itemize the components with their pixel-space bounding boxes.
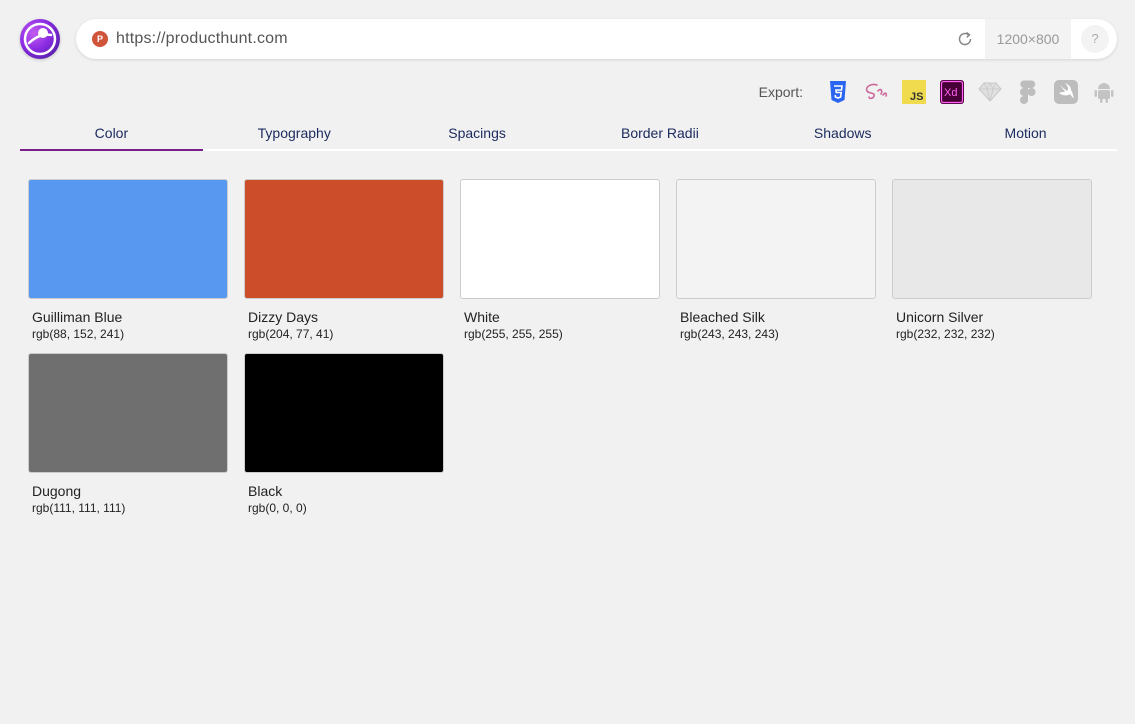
- color-rgb: rgb(243, 243, 243): [680, 327, 779, 341]
- xd-icon[interactable]: Xd: [939, 79, 965, 105]
- svg-text:JS: JS: [910, 91, 923, 103]
- android-icon[interactable]: [1091, 79, 1117, 105]
- color-swatch[interactable]: [244, 179, 444, 299]
- help-button[interactable]: ?: [1081, 25, 1109, 53]
- site-favicon-icon: P: [92, 31, 108, 47]
- color-card[interactable]: Bleached Silk rgb(243, 243, 243): [676, 179, 876, 341]
- color-card[interactable]: Guilliman Blue rgb(88, 152, 241): [28, 179, 228, 341]
- tab-motion[interactable]: Motion: [934, 118, 1117, 149]
- viewport-dimensions[interactable]: 1200×800: [985, 19, 1071, 59]
- color-rgb: rgb(255, 255, 255): [464, 327, 563, 341]
- url-bar[interactable]: P https://producthunt.com 1200×800 ?: [76, 19, 1117, 59]
- tab-shadows[interactable]: Shadows: [751, 118, 934, 149]
- color-name: Unicorn Silver: [896, 309, 984, 325]
- tab-border-radii[interactable]: Border Radii: [568, 118, 751, 149]
- color-rgb: rgb(0, 0, 0): [248, 501, 307, 515]
- css3-icon[interactable]: [825, 79, 851, 105]
- color-card[interactable]: White rgb(255, 255, 255): [460, 179, 660, 341]
- color-swatch[interactable]: [460, 179, 660, 299]
- tab-bar: Color Typography Spacings Border Radii S…: [20, 118, 1117, 151]
- sass-icon[interactable]: [863, 79, 889, 105]
- color-rgb: rgb(232, 232, 232): [896, 327, 995, 341]
- color-name: Bleached Silk: [680, 309, 765, 325]
- color-name: White: [464, 309, 500, 325]
- color-swatch[interactable]: [28, 179, 228, 299]
- color-card[interactable]: Black rgb(0, 0, 0): [244, 353, 444, 515]
- tab-typography[interactable]: Typography: [203, 118, 386, 149]
- sketch-icon[interactable]: [977, 79, 1003, 105]
- reload-icon[interactable]: [956, 30, 974, 48]
- svg-text:Xd: Xd: [944, 87, 957, 99]
- tab-color[interactable]: Color: [20, 118, 203, 151]
- color-rgb: rgb(204, 77, 41): [248, 327, 334, 341]
- tab-spacings[interactable]: Spacings: [386, 118, 569, 149]
- export-bar: Export: JS Xd: [759, 78, 1117, 106]
- app-logo: [20, 19, 60, 59]
- color-card[interactable]: Dugong rgb(111, 111, 111): [28, 353, 228, 515]
- color-name: Dugong: [32, 483, 82, 499]
- js-icon[interactable]: JS: [901, 79, 927, 105]
- swift-icon[interactable]: [1053, 79, 1079, 105]
- color-swatch[interactable]: [676, 179, 876, 299]
- export-label: Export:: [758, 84, 803, 100]
- figma-icon[interactable]: [1015, 79, 1041, 105]
- color-rgb: rgb(88, 152, 241): [32, 327, 125, 341]
- color-card[interactable]: Dizzy Days rgb(204, 77, 41): [244, 179, 444, 341]
- color-swatch[interactable]: [892, 179, 1092, 299]
- color-name: Guilliman Blue: [32, 309, 123, 325]
- color-card[interactable]: Unicorn Silver rgb(232, 232, 232): [892, 179, 1092, 341]
- color-name: Black: [248, 483, 283, 499]
- color-rgb: rgb(111, 111, 111): [32, 501, 126, 515]
- color-swatch[interactable]: [244, 353, 444, 473]
- color-name: Dizzy Days: [248, 309, 319, 325]
- url-input[interactable]: https://producthunt.com: [116, 30, 288, 48]
- color-swatch[interactable]: [28, 353, 228, 473]
